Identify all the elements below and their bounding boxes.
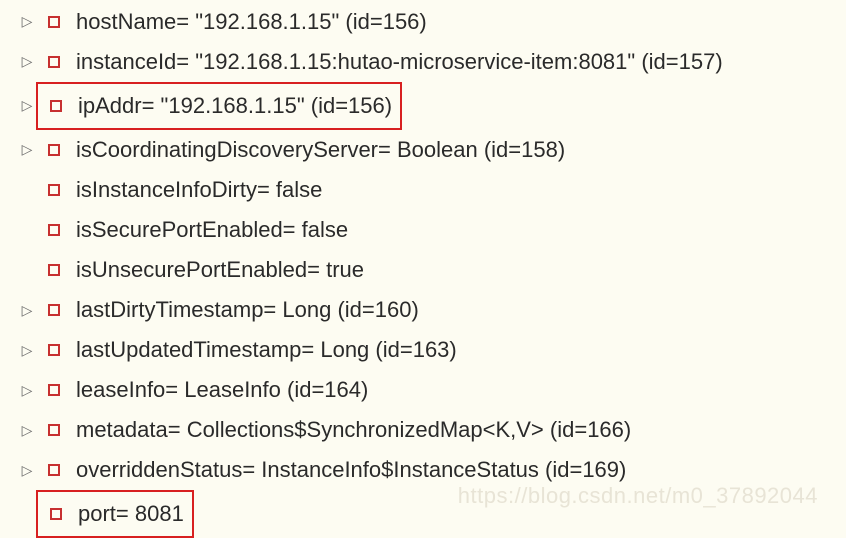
variable-text: hostName= "192.168.1.15" (id=156) — [76, 2, 427, 42]
variable-text: metadata= Collections$SynchronizedMap<K,… — [76, 410, 631, 450]
variable-text: overriddenStatus= InstanceInfo$InstanceS… — [76, 450, 626, 490]
variable-row[interactable]: ▷ lastUpdatedTimestamp= Long (id=163) — [18, 330, 846, 370]
variable-text: isUnsecurePortEnabled= true — [76, 250, 364, 290]
variable-row[interactable]: ▷ overriddenStatus= InstanceInfo$Instance… — [18, 450, 846, 490]
object-box-icon — [48, 56, 60, 68]
variable-row[interactable]: ▷isInstanceInfoDirty= false — [18, 170, 846, 210]
object-box-icon — [50, 100, 62, 112]
variable-row[interactable]: ▷ metadata= Collections$SynchronizedMap<K… — [18, 410, 846, 450]
variable-text: port= 8081 — [78, 494, 184, 534]
variable-row[interactable]: ▷ leaseInfo= LeaseInfo (id=164) — [18, 370, 846, 410]
variable-row[interactable]: ▷port= 8081 — [18, 490, 846, 538]
object-box-icon — [48, 264, 60, 276]
expand-arrow-icon[interactable]: ▷ — [18, 93, 36, 118]
object-box-icon — [48, 464, 60, 476]
object-box-icon — [48, 424, 60, 436]
object-box-icon — [48, 384, 60, 396]
expand-arrow-icon[interactable]: ▷ — [18, 137, 36, 162]
object-box-icon — [48, 184, 60, 196]
object-box-icon — [48, 144, 60, 156]
variable-text: lastDirtyTimestamp= Long (id=160) — [76, 290, 419, 330]
expand-arrow-icon[interactable]: ▷ — [18, 378, 36, 403]
variable-text: ipAddr= "192.168.1.15" (id=156) — [78, 86, 392, 126]
variable-row[interactable]: ▷isSecurePortEnabled= false — [18, 210, 846, 250]
highlight-box: ipAddr= "192.168.1.15" (id=156) — [36, 82, 402, 130]
variable-text: isSecurePortEnabled= false — [76, 210, 348, 250]
object-box-icon — [48, 304, 60, 316]
variable-text: lastUpdatedTimestamp= Long (id=163) — [76, 330, 457, 370]
variable-text: isInstanceInfoDirty= false — [76, 170, 322, 210]
expand-arrow-icon[interactable]: ▷ — [18, 418, 36, 443]
object-box-icon — [48, 224, 60, 236]
variable-text: leaseInfo= LeaseInfo (id=164) — [76, 370, 368, 410]
object-box-icon — [50, 508, 62, 520]
expand-arrow-icon[interactable]: ▷ — [18, 298, 36, 323]
variable-row[interactable]: ▷ lastDirtyTimestamp= Long (id=160) — [18, 290, 846, 330]
expand-arrow-icon[interactable]: ▷ — [18, 338, 36, 363]
highlight-box: port= 8081 — [36, 490, 194, 538]
variable-row[interactable]: ▷ instanceId= "192.168.1.15:hutao-microse… — [18, 42, 846, 82]
variable-row[interactable]: ▷ hostName= "192.168.1.15" (id=156) — [18, 2, 846, 42]
variable-row[interactable]: ▷isUnsecurePortEnabled= true — [18, 250, 846, 290]
expand-arrow-icon[interactable]: ▷ — [18, 458, 36, 483]
object-box-icon — [48, 344, 60, 356]
variable-row[interactable]: ▷ ipAddr= "192.168.1.15" (id=156) — [18, 82, 846, 130]
variable-text: instanceId= "192.168.1.15:hutao-microser… — [76, 42, 723, 82]
object-box-icon — [48, 16, 60, 28]
variable-text: isCoordinatingDiscoveryServer= Boolean (… — [76, 130, 565, 170]
expand-arrow-icon[interactable]: ▷ — [18, 49, 36, 74]
expand-arrow-icon[interactable]: ▷ — [18, 9, 36, 34]
variable-row[interactable]: ▷ isCoordinatingDiscoveryServer= Boolean … — [18, 130, 846, 170]
